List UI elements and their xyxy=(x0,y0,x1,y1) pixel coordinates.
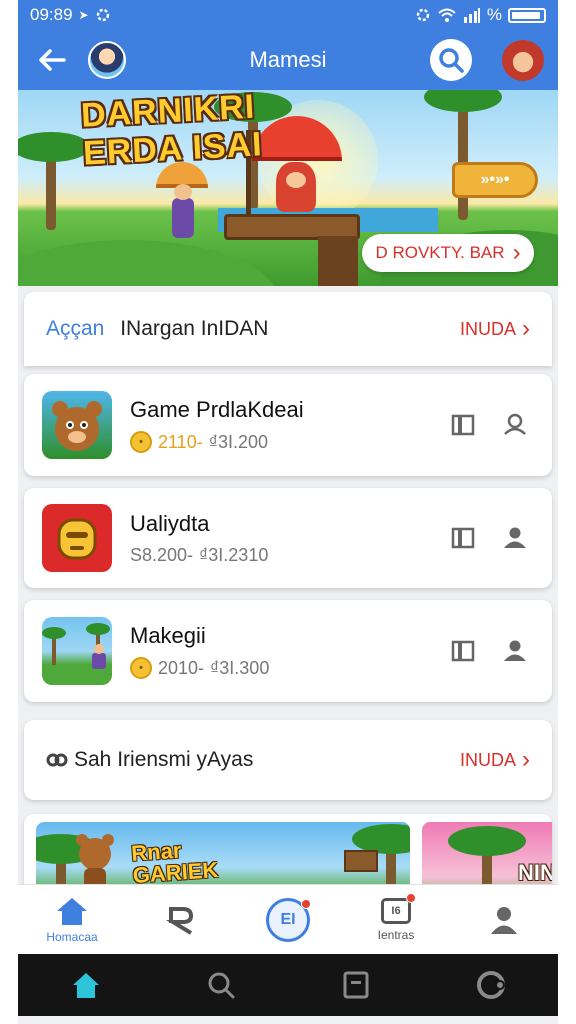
promo-card[interactable]: NIN xyxy=(422,822,552,888)
second-section-header[interactable]: Sah Iriensmi yAyas INUDA › xyxy=(24,720,552,800)
search-button[interactable] xyxy=(430,39,472,81)
banner-cta-label: D ROVKTY. BAR xyxy=(375,243,505,262)
coin-icon: • xyxy=(130,431,152,453)
ticket-icon-text: I6 xyxy=(391,904,401,917)
bookmark-icon[interactable] xyxy=(450,525,476,551)
nav-home[interactable]: Homacaa xyxy=(22,885,122,955)
see-more-link[interactable]: INUDA › xyxy=(459,746,530,773)
promo-title: Rnar GARIEK xyxy=(130,837,220,888)
signal-icon xyxy=(463,8,480,23)
location-icon: ➤ xyxy=(78,8,89,22)
ticket-icon: I6 xyxy=(381,892,416,924)
nav-label: Homacaa xyxy=(46,929,98,944)
nav-entries[interactable]: I6 Ientras xyxy=(346,885,446,955)
chevron-right-icon: › xyxy=(522,746,530,773)
banner-logo: DARNIKRI ERDA ISAI xyxy=(80,90,264,173)
app-name: Game PrdlaKdeai xyxy=(130,397,304,422)
app-price-primary: 2110- xyxy=(158,431,203,452)
banner-sign: »•»• xyxy=(452,162,538,198)
hero-character xyxy=(276,162,316,212)
hero-banner[interactable]: DARNIKRI ERDA ISAI »•»• D ROVKTY. BAR › xyxy=(18,90,558,286)
system-home-button[interactable] xyxy=(66,965,106,1005)
system-assistant-button[interactable] xyxy=(471,965,511,1005)
app-list-item[interactable]: Game PrdlaKdeai • 2110- ₫3I.200 xyxy=(24,374,552,476)
see-more-label: INUDA xyxy=(459,749,516,770)
user-search-icon[interactable] xyxy=(502,412,528,438)
rank-icon xyxy=(165,906,194,935)
coin-icon: • xyxy=(130,657,152,679)
app-price-secondary: ₫3I.300 xyxy=(210,657,270,678)
nav-rank[interactable] xyxy=(130,885,230,955)
bear-character xyxy=(76,834,114,888)
kid-character xyxy=(172,184,194,238)
jungle-scene-icon xyxy=(42,617,112,685)
app-list-item[interactable]: Makegii • 2010- ₫3I.300 xyxy=(24,600,552,702)
system-recents-button[interactable] xyxy=(336,965,376,1005)
search-icon xyxy=(439,48,464,73)
featured-section-header[interactable]: Aççan INargan InIDAN INUDA › xyxy=(24,292,552,366)
section-accent-label: Aççan xyxy=(46,317,105,340)
see-more-link[interactable]: INUDA › xyxy=(459,315,530,342)
battery-icon xyxy=(508,7,546,23)
status-bar: 09:89 ➤ % xyxy=(18,0,558,30)
sync-icon xyxy=(416,8,430,22)
banner-platform-leg xyxy=(318,236,358,286)
profile-avatar-button[interactable] xyxy=(502,39,544,81)
user-icon[interactable] xyxy=(502,525,528,551)
recents-icon xyxy=(343,971,368,999)
notification-dot xyxy=(301,898,311,909)
system-nav-bar xyxy=(18,954,558,1016)
system-search-button[interactable] xyxy=(201,965,241,1005)
badge-shield-icon: EI xyxy=(266,897,311,942)
banner-cta-button[interactable]: D ROVKTY. BAR › xyxy=(362,234,534,272)
signal-percent: % xyxy=(486,5,502,24)
bear-game-icon xyxy=(42,391,112,459)
palm-tree-1 xyxy=(18,132,90,230)
app-price-secondary: ₫3I.200 xyxy=(208,431,268,452)
chevron-right-icon: › xyxy=(512,239,521,266)
person-icon xyxy=(491,906,517,934)
promo-card[interactable]: Rnar GARIEK xyxy=(36,822,410,888)
app-price-primary: S8.200- xyxy=(130,544,194,565)
red-robot-icon xyxy=(42,504,112,572)
app-name: Makegii xyxy=(130,623,206,648)
bookmark-icon[interactable] xyxy=(450,638,476,664)
status-time: 09:89 xyxy=(30,5,73,24)
assistant-icon xyxy=(476,971,505,999)
chevron-right-icon: › xyxy=(522,315,530,342)
section-title: Sah Iriensmi yAyas xyxy=(74,748,254,771)
promo-carousel[interactable]: Rnar GARIEK NIN xyxy=(24,814,552,888)
app-name: Ualiydta xyxy=(130,510,210,536)
nav-badges[interactable]: EI xyxy=(238,885,338,955)
link-icon xyxy=(46,753,68,767)
app-list-item[interactable]: Ualiydta S8.200- ₫3I.2310 xyxy=(24,488,552,588)
see-more-label: INUDA xyxy=(459,318,516,339)
home-icon xyxy=(72,973,99,998)
wifi-icon xyxy=(438,8,456,22)
bottom-nav: Homacaa EI I6 Ientras xyxy=(18,884,558,954)
nav-label: Ientras xyxy=(377,927,415,942)
badge-shield-text: EI xyxy=(280,910,296,928)
bookmark-icon[interactable] xyxy=(450,412,476,438)
notification-dot xyxy=(406,892,416,903)
user-icon[interactable] xyxy=(502,638,528,664)
wooden-sign xyxy=(344,850,378,872)
phone-screen: 09:89 ➤ % Mamesi DARNIKRI ERDA ISAI »•»•… xyxy=(18,0,558,1024)
banner-hill-left xyxy=(18,240,278,286)
app-price-secondary: ₫3I.2310 xyxy=(199,544,269,565)
promo-title: NIN xyxy=(518,860,552,885)
search-icon xyxy=(208,972,234,999)
section-title: INargan InIDAN xyxy=(120,317,269,340)
page-title: Mamesi xyxy=(249,47,327,72)
settings-small-icon xyxy=(96,8,109,22)
palm-tree-3 xyxy=(424,90,502,220)
nav-profile[interactable] xyxy=(454,885,554,955)
app-price-primary: 2010- xyxy=(158,657,205,678)
home-icon xyxy=(57,897,87,925)
app-bar: Mamesi xyxy=(18,30,558,90)
